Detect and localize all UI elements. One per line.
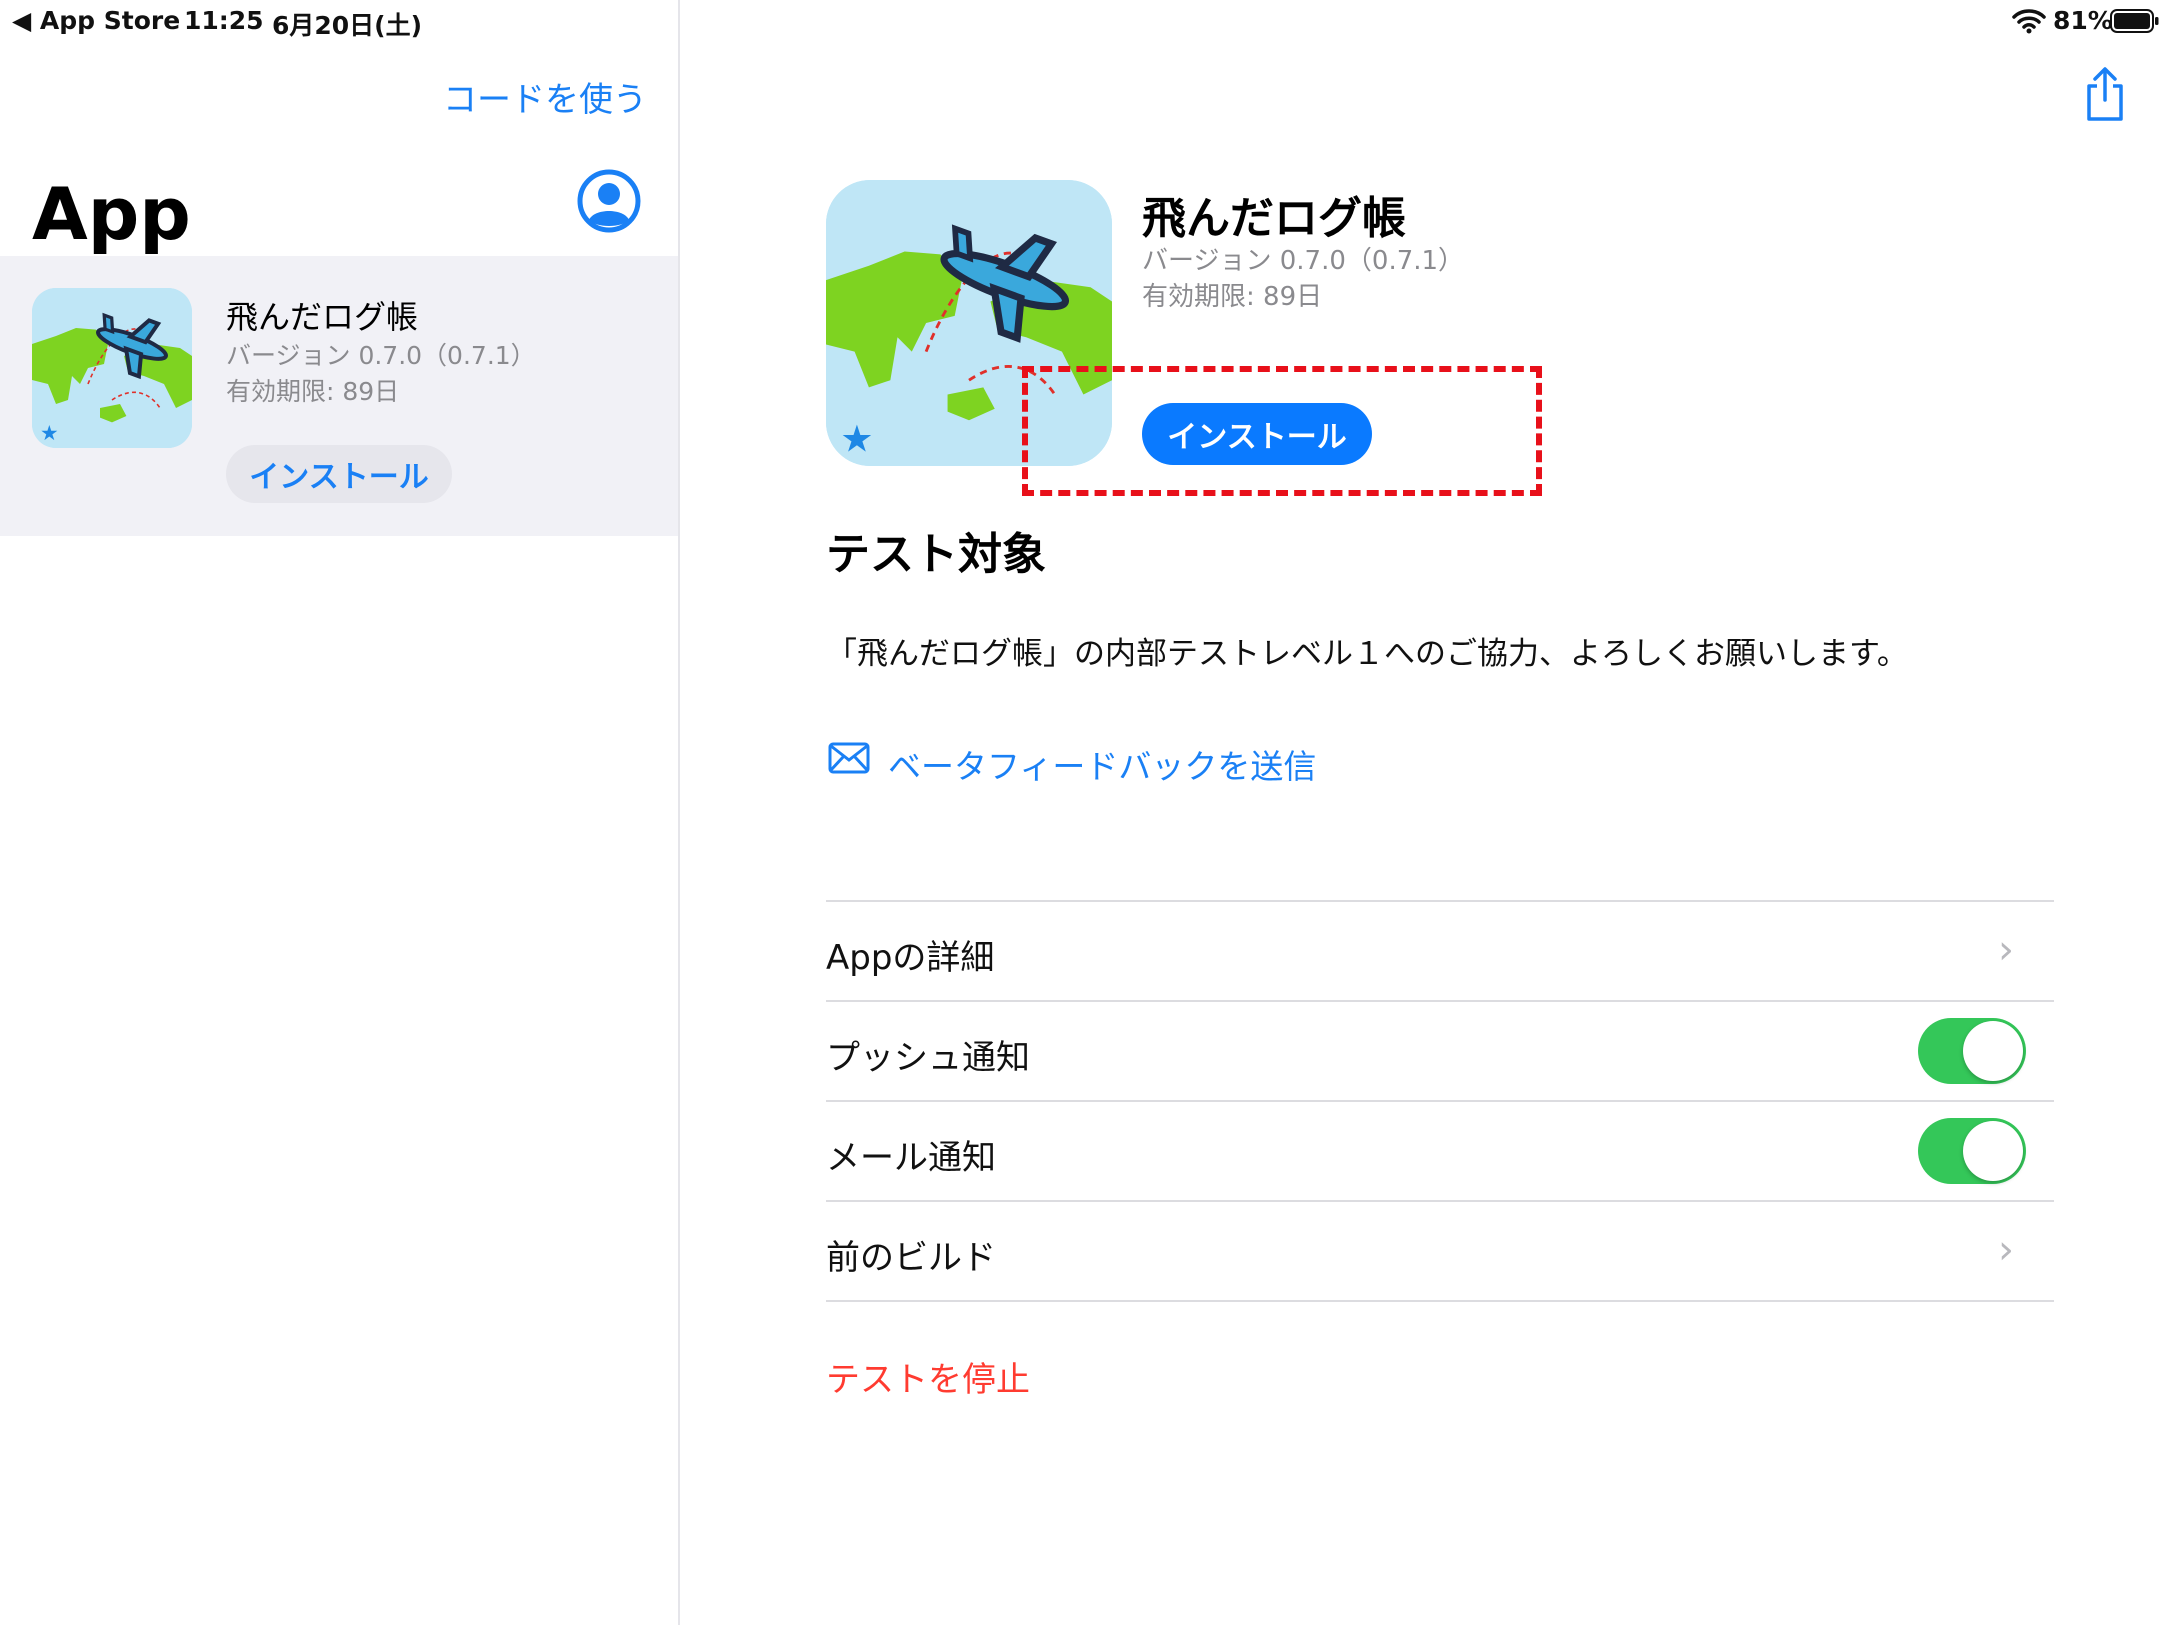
- section-title: テスト対象: [826, 529, 1046, 580]
- status-back-app[interactable]: ◀ App Store: [12, 6, 180, 35]
- account-icon[interactable]: [576, 168, 642, 234]
- chevron-right-icon: ›: [1998, 927, 2014, 973]
- previous-builds-label: 前のビルド: [826, 1238, 996, 1278]
- chevron-right-icon: ›: [1998, 1227, 2014, 1273]
- sidebar-app-version: バージョン 0.7.0（0.7.1）: [226, 341, 536, 370]
- app-version: バージョン 0.7.0（0.7.1）: [1142, 246, 1465, 276]
- wifi-icon: [2012, 8, 2046, 34]
- mail-icon[interactable]: [828, 742, 870, 774]
- app-details-label: Appの詳細: [826, 938, 995, 978]
- sidebar-app-name: 飛んだログ帳: [226, 298, 419, 336]
- sidebar-app-expiry: 有効期限: 89日: [226, 377, 400, 406]
- app-details-row[interactable]: Appの詳細 ›: [826, 902, 2054, 1000]
- email-notification-label: メール通知: [826, 1138, 996, 1178]
- install-button[interactable]: インストール: [1142, 403, 1372, 465]
- app-name: 飛んだログ帳: [1142, 193, 1406, 244]
- description-text: 「飛んだログ帳」の内部テストレベル１へのご協力、よろしくお願いします。: [826, 636, 1908, 672]
- feedback-link[interactable]: ベータフィードバックを送信: [888, 740, 1316, 788]
- battery-percent: 81%: [2053, 6, 2113, 35]
- stop-testing-button[interactable]: テストを停止: [826, 1352, 1030, 1401]
- push-notification-toggle[interactable]: [1918, 1018, 2026, 1084]
- email-notification-row: メール通知: [826, 1102, 2054, 1200]
- svg-text:★: ★: [840, 417, 873, 461]
- app-expiry: 有効期限: 89日: [1142, 282, 1323, 312]
- push-notification-row: プッシュ通知: [826, 1002, 2054, 1100]
- battery-icon: [2110, 8, 2160, 34]
- status-time: 11:25: [184, 6, 264, 35]
- redeem-code-link[interactable]: コードを使う: [443, 72, 647, 121]
- previous-builds-row[interactable]: 前のビルド ›: [826, 1202, 2054, 1300]
- push-notification-label: プッシュ通知: [826, 1038, 1030, 1078]
- sidebar-install-button[interactable]: インストール: [226, 445, 452, 503]
- divider: [826, 1300, 2054, 1302]
- share-icon[interactable]: [2084, 66, 2126, 122]
- svg-text:★: ★: [40, 421, 59, 445]
- email-notification-toggle[interactable]: [1918, 1118, 2026, 1184]
- sidebar-title: App: [32, 172, 191, 256]
- app-icon: ★: [32, 288, 192, 448]
- status-date: 6月20日(土): [272, 11, 423, 40]
